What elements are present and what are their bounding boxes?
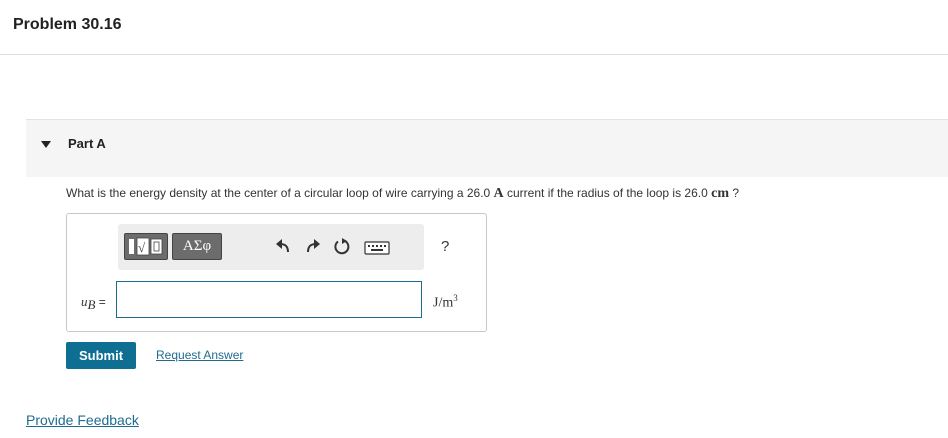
page-title: Problem 30.16	[13, 16, 122, 33]
unit-base: J/m	[433, 295, 454, 311]
undo-icon[interactable]	[274, 237, 294, 257]
radius-unit: cm	[711, 186, 730, 201]
redo-icon[interactable]	[302, 237, 322, 257]
templates-icon: √	[129, 237, 163, 256]
keyboard-icon[interactable]	[364, 237, 390, 257]
math-toolbar: √ ΑΣφ ?	[118, 224, 449, 270]
current-unit: A	[493, 186, 504, 201]
greek-symbols-button[interactable]: ΑΣφ	[172, 233, 222, 260]
unit-label: J/m3	[433, 293, 458, 312]
part-a-header[interactable]: Part A	[26, 119, 948, 177]
answer-input[interactable]	[116, 281, 422, 318]
reset-icon[interactable]	[332, 237, 352, 257]
part-label: Part A	[68, 136, 106, 151]
question-part-1: What is the energy density at the center…	[66, 186, 494, 200]
provide-feedback-link[interactable]: Provide Feedback	[26, 412, 139, 428]
answer-panel: √ ΑΣφ ? uB = J/m3	[66, 213, 487, 332]
question-part-2: current if the radius of the loop is 26.…	[503, 186, 712, 200]
help-icon[interactable]: ?	[441, 238, 449, 255]
submit-button[interactable]: Submit	[66, 342, 136, 369]
greek-symbols-icon: ΑΣφ	[182, 238, 212, 254]
svg-text:√: √	[138, 240, 146, 255]
caret-down-icon[interactable]	[41, 141, 51, 148]
variable-label: uB =	[81, 294, 106, 313]
question-part-3: ?	[729, 186, 740, 200]
unit-exponent: 3	[453, 293, 458, 303]
equals-sign: =	[95, 295, 106, 309]
request-answer-link[interactable]: Request Answer	[156, 348, 243, 362]
templates-button[interactable]: √	[124, 233, 168, 260]
question-text: What is the energy density at the center…	[66, 186, 739, 202]
header-divider	[0, 54, 948, 55]
